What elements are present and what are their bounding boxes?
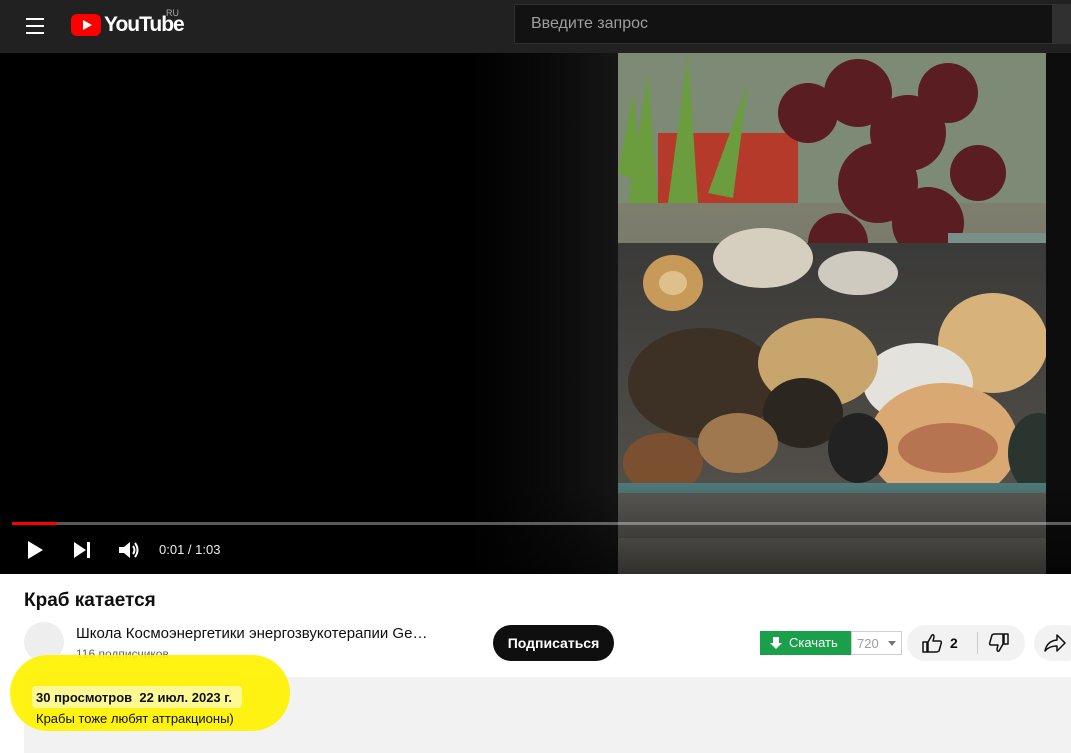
share-button[interactable] [1034,625,1071,661]
thumb-up-icon [922,634,943,653]
controls-gradient [0,483,1071,574]
time-display: 0:01 / 1:03 [159,542,221,557]
share-icon [1044,634,1066,652]
download-label: Скачать [789,635,838,650]
play-logo-icon [71,14,101,36]
download-arrow-icon [770,637,782,649]
channel-name[interactable]: Школа Космоэнергетики энергозвукотерапии… [76,625,471,642]
like-dislike-bar: 2 [907,625,1025,661]
subscribe-button[interactable]: Подписаться [493,625,614,661]
progress-bar[interactable] [12,522,1071,525]
next-icon[interactable] [70,537,96,563]
masthead: YouTube RU [0,0,1071,53]
quality-value: 720 [857,636,879,651]
thumb-down-icon [988,633,1009,652]
views-and-date: 30 просмотров 22 июл. 2023 г. [36,690,232,705]
search-input[interactable] [515,5,1035,43]
description-text: Крабы тоже любят аттракционы) [36,711,234,726]
like-count: 2 [950,635,958,651]
search-box [514,4,1054,44]
view-count: 30 просмотров [36,690,133,705]
menu-icon[interactable] [18,14,54,38]
youtube-logo[interactable]: YouTube RU [71,8,191,37]
upload-date: 22 июл. 2023 г. [139,690,232,705]
play-icon[interactable] [22,537,48,563]
search-button[interactable] [1052,4,1071,44]
progress-played [12,522,57,525]
region-label: RU [166,8,179,18]
volume-icon[interactable] [116,537,142,563]
like-button[interactable]: 2 [907,625,977,661]
quality-select[interactable]: 720 [851,631,902,655]
video-title: Краб катается [24,590,156,611]
download-button[interactable]: Скачать [760,631,851,655]
chevron-down-icon [888,641,896,646]
video-player[interactable]: 0:01 / 1:03 [0,53,1071,574]
dislike-button[interactable] [978,625,1025,661]
